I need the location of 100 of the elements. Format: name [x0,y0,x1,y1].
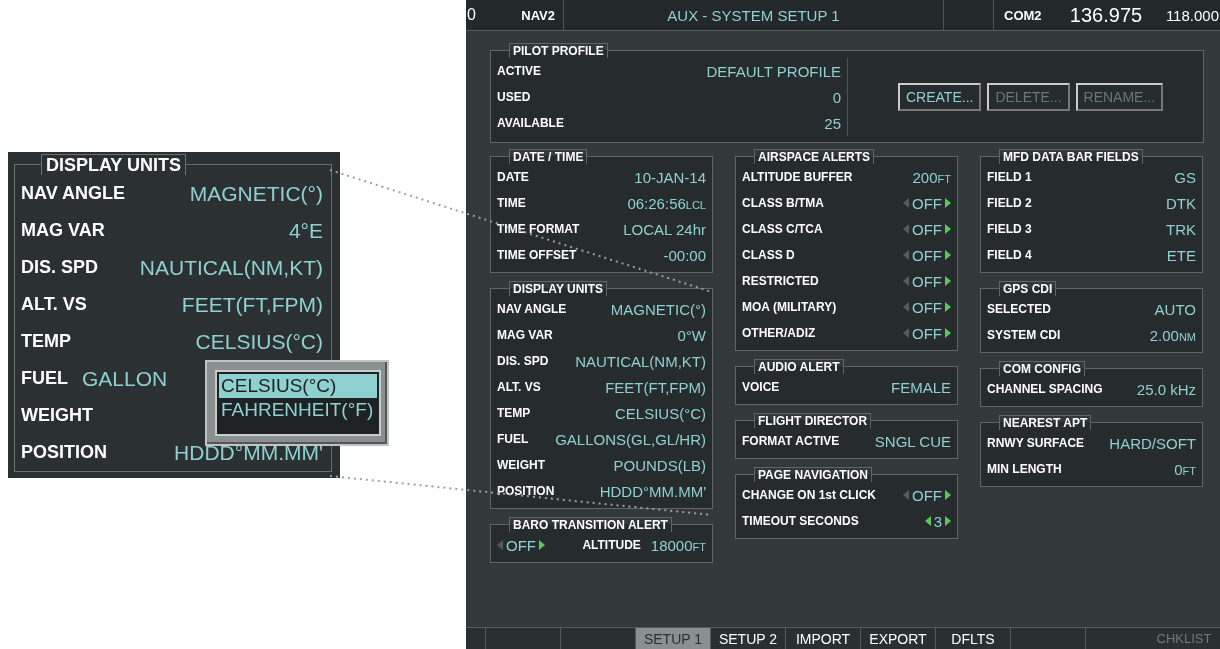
frequency-text: 0 [466,5,477,25]
setting-label: TIMEOUT SECONDS [742,514,859,528]
setting-value[interactable]: 2.00NM [1149,326,1196,344]
setting-label: MOA (MILITARY) [742,300,837,314]
setting-value[interactable]: OFF [912,246,942,264]
setting-value[interactable]: LOCAL 24hr [623,220,706,238]
setting-value[interactable]: 25.0 kHz [1136,380,1196,398]
setting-label: DIS. SPD [497,354,549,368]
setting-label: SELECTED [987,302,1051,316]
setting-value[interactable]: 25 [824,114,841,132]
setting-value[interactable]: 4°E [288,218,323,243]
setting-label: RNWY SURFACE [987,436,1085,450]
setting-label: CLASS D [742,248,795,262]
panel-title: DISPLAY UNITS [509,281,608,296]
right-arrow-icon[interactable] [945,250,951,260]
setting-value[interactable]: 10-JAN-14 [634,168,706,186]
right-arrow-icon[interactable] [945,224,951,234]
setting-label: USED [497,90,531,104]
setting-label: CHANNEL SPACING [987,382,1103,396]
setting-value[interactable]: HARD/SOFT [1109,434,1196,452]
panel-title: PAGE NAVIGATION [754,467,872,482]
page-title: AUX - SYSTEM SETUP 1 [564,0,944,30]
setting-label: ALTITUDE [582,538,641,552]
setting-label: ALT. VS [21,294,87,315]
standby-frequency: 118.000 [1164,5,1220,26]
setting-value[interactable]: 18000FT [650,536,706,554]
setting-value[interactable]: FEMALE [891,378,951,396]
setting-label: FIELD 4 [987,248,1032,262]
panel-title: NEAREST APT [999,415,1092,430]
right-arrow-icon[interactable] [945,328,951,338]
setting-label: CLASS B/TMA [742,196,824,210]
setting-label: RESTRICTED [742,274,819,288]
setting-value[interactable]: GALLONS(GL,GL/HR) [555,430,706,448]
setting-label: FIELD 3 [987,222,1032,236]
setting-value[interactable]: FEET(FT,FPM) [605,378,706,396]
panel-title: DISPLAY UNITS [41,154,187,175]
setting-value[interactable]: OFF [506,536,536,554]
setting-value[interactable]: 0 [832,88,841,106]
setting-value[interactable]: AUTO [1154,300,1196,318]
setting-label: FIELD 1 [987,170,1032,184]
setting-value[interactable]: CELSIUS(°C) [195,329,323,354]
setting-value[interactable]: SNGL CUE [874,432,951,450]
setting-label: TEMP [21,331,71,352]
setting-value[interactable]: ETE [1166,246,1196,264]
setting-value[interactable]: MAGNETIC(°) [189,181,323,206]
setting-label: TIME [497,196,526,210]
setting-value[interactable]: 200FT [912,168,951,186]
setting-label: POSITION [497,484,555,498]
setting-value[interactable]: OFF [912,324,942,342]
setting-value[interactable]: DTK [1166,194,1196,212]
right-arrow-icon[interactable] [539,540,545,550]
panel-title: AUDIO ALERT [754,359,844,374]
right-arrow-icon[interactable] [945,302,951,312]
panel-title: BARO TRANSITION ALERT [509,517,672,532]
setting-label: NAV ANGLE [21,183,125,204]
setting-value[interactable]: 06:26:56LCL [627,194,706,212]
setting-label: FUEL [21,368,68,389]
menu-option[interactable]: CELSIUS(°C) [219,374,377,398]
setting-value[interactable]: HDDD°MM.MM' [599,482,706,500]
setting-label: ACTIVE [497,64,541,78]
menu-option[interactable]: FAHRENHEIT(°F) [219,398,377,422]
setting-value[interactable]: OFF [912,272,942,290]
left-arrow-icon[interactable] [924,516,931,526]
profile-button[interactable]: CREATE... [898,83,982,111]
setting-value[interactable]: FEET(FT,FPM) [181,292,323,317]
setting-label: ALTITUDE BUFFER [742,170,853,184]
setting-value[interactable]: 0°W [677,326,706,344]
setting-label: VOICE [742,380,780,394]
right-arrow-icon[interactable] [945,516,951,526]
softkey[interactable]: SETUP 1 [636,628,711,649]
panel-title: MFD DATA BAR FIELDS [999,149,1143,164]
setting-label: FUEL [497,432,529,446]
setting-value[interactable]: 3 [933,512,942,530]
active-frequency: 136.975 [1068,2,1144,28]
setting-value[interactable]: GALLON [82,366,168,391]
setting-value[interactable]: CELSIUS(°C) [615,404,706,422]
setting-value[interactable]: POUNDS(LB) [613,456,706,474]
setting-value[interactable]: OFF [912,486,942,504]
setting-value[interactable]: MAGNETIC(°) [610,300,706,318]
panel-title: COM CONFIG [999,361,1085,376]
right-arrow-icon[interactable] [945,276,951,286]
setting-label: DATE [497,170,529,184]
setting-label: DIS. SPD [21,257,99,278]
setting-value[interactable]: 0FT [1174,460,1196,478]
setting-value[interactable]: DEFAULT PROFILE [706,62,841,80]
right-arrow-icon[interactable] [945,198,951,208]
setting-value[interactable]: NAUTICAL(NM,KT) [575,352,706,370]
setting-value[interactable]: GS [1174,168,1196,186]
right-arrow-icon[interactable] [945,490,951,500]
setting-value[interactable]: -00:00 [663,246,706,264]
setting-value[interactable]: NAUTICAL(NM,KT) [139,255,323,280]
setting-value[interactable]: OFF [912,220,942,238]
setting-value[interactable]: TRK [1166,220,1196,238]
setting-value[interactable]: OFF [912,194,942,212]
setting-value[interactable]: OFF [912,298,942,316]
setting-label: POSITION [21,442,107,463]
panel-title: PILOT PROFILE [509,43,608,58]
setting-label: NAV ANGLE [497,302,567,316]
panel-title: FLIGHT DIRECTOR [754,413,872,428]
setting-label: OTHER/ADIZ [742,326,816,340]
